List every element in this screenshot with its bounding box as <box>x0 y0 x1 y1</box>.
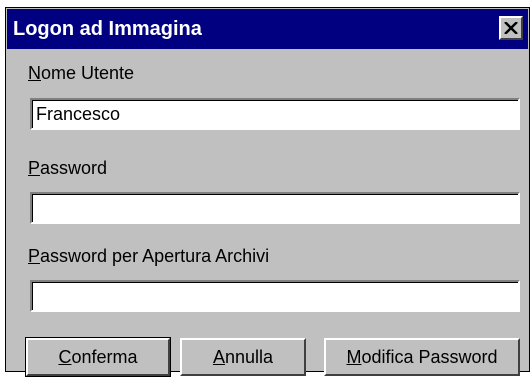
close-button[interactable] <box>499 16 523 40</box>
password-label: Password <box>28 158 107 179</box>
confirm-button-label: onferma <box>71 346 138 367</box>
change-password-button-label: odifica Password <box>361 346 498 367</box>
archive-password-field[interactable] <box>30 280 520 312</box>
window-title: Logon ad Immagina <box>13 18 202 40</box>
password-label-mnemonic: P <box>28 158 41 178</box>
username-label: Nome Utente <box>28 63 134 84</box>
username-field[interactable] <box>30 98 520 130</box>
confirm-button[interactable]: Conferma <box>25 337 171 377</box>
password-label-text: assword <box>40 158 108 178</box>
logon-dialog: Logon ad Immagina Nome Utente Password P… <box>5 7 530 377</box>
password-field[interactable] <box>30 192 520 224</box>
cancel-button-mnemonic: A <box>212 346 225 367</box>
change-password-button-mnemonic: M <box>346 346 362 367</box>
archive-password-label-mnemonic: P <box>28 246 41 266</box>
cancel-button-label: nnulla <box>224 346 274 367</box>
title-bar: Logon ad Immagina <box>7 9 528 49</box>
close-x-icon <box>504 22 518 34</box>
cancel-button[interactable]: Annulla <box>180 338 306 376</box>
confirm-button-mnemonic: C <box>58 346 72 367</box>
username-label-text: ome Utente <box>41 63 135 83</box>
archive-password-label: Password per Apertura Archivi <box>28 246 269 267</box>
archive-password-label-text: assword per Apertura Archivi <box>40 246 270 266</box>
change-password-button[interactable]: Modifica Password <box>324 338 520 376</box>
username-label-mnemonic: N <box>28 63 41 83</box>
